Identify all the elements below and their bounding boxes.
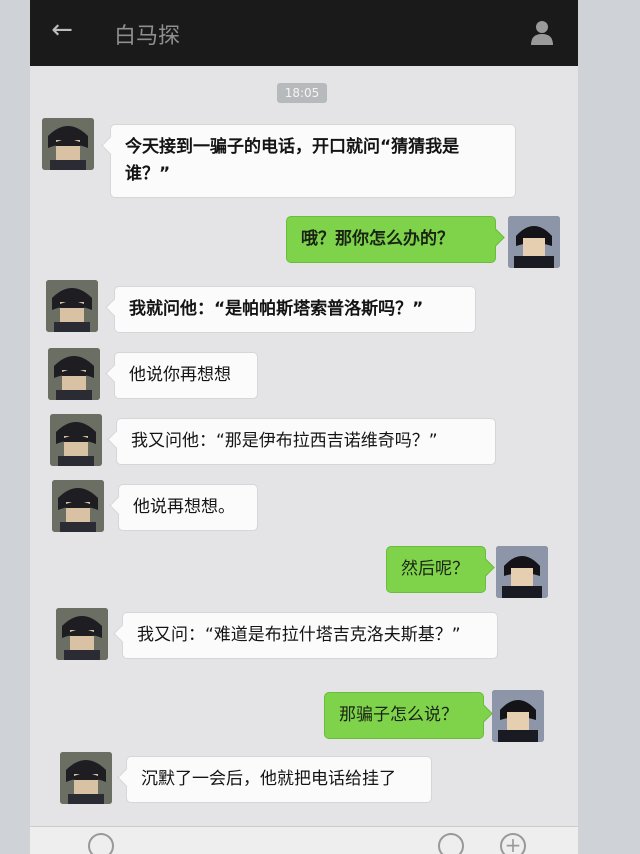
title-bar: ← 白马探	[30, 0, 578, 66]
back-arrow-icon[interactable]: ←	[48, 16, 76, 44]
message-bubble[interactable]: 那骗子怎么说？	[324, 692, 484, 739]
message-bubble[interactable]: 今天接到一骗子的电话，开口就问“猜猜我是谁？”	[110, 124, 516, 198]
plus-icon[interactable]: +	[500, 833, 526, 854]
message-bubble[interactable]: 他说再想想。	[118, 484, 258, 531]
message-bubble[interactable]: 他说你再想想	[114, 352, 258, 399]
my-avatar[interactable]	[508, 216, 560, 268]
message-bubble[interactable]: 我就问他：“是帕帕斯塔索普洛斯吗？”	[114, 286, 476, 333]
voice-icon[interactable]	[88, 833, 114, 854]
emoji-icon[interactable]	[438, 833, 464, 854]
timestamp: 18:05	[276, 83, 328, 103]
chat-screen: ← 白马探 18:05 今天接到一骗子的电话，开口就问“猜猜我是谁？” 哦？那你…	[30, 0, 578, 854]
my-avatar[interactable]	[496, 546, 548, 598]
message-bubble[interactable]: 哦？那你怎么办的？	[286, 216, 496, 263]
chat-title: 白马探	[114, 24, 181, 49]
my-avatar[interactable]	[492, 690, 544, 742]
contact-avatar[interactable]	[42, 118, 94, 170]
contact-avatar[interactable]	[52, 480, 104, 532]
contact-avatar[interactable]	[60, 752, 112, 804]
message-bubble[interactable]: 我又问他：“那是伊布拉西吉诺维奇吗？”	[116, 418, 496, 465]
contact-avatar[interactable]	[46, 280, 98, 332]
message-bubble[interactable]: 我又问：“难道是布拉什塔吉克洛夫斯基？”	[122, 612, 498, 659]
person-icon[interactable]	[528, 18, 556, 46]
contact-avatar[interactable]	[56, 608, 108, 660]
contact-avatar[interactable]	[50, 414, 102, 466]
message-bubble[interactable]: 然后呢？	[386, 546, 486, 593]
input-bar: +	[30, 826, 578, 854]
message-bubble[interactable]: 沉默了一会后，他就把电话给挂了	[126, 756, 432, 803]
contact-avatar[interactable]	[48, 348, 100, 400]
timestamp-row: 18:05	[30, 82, 578, 103]
